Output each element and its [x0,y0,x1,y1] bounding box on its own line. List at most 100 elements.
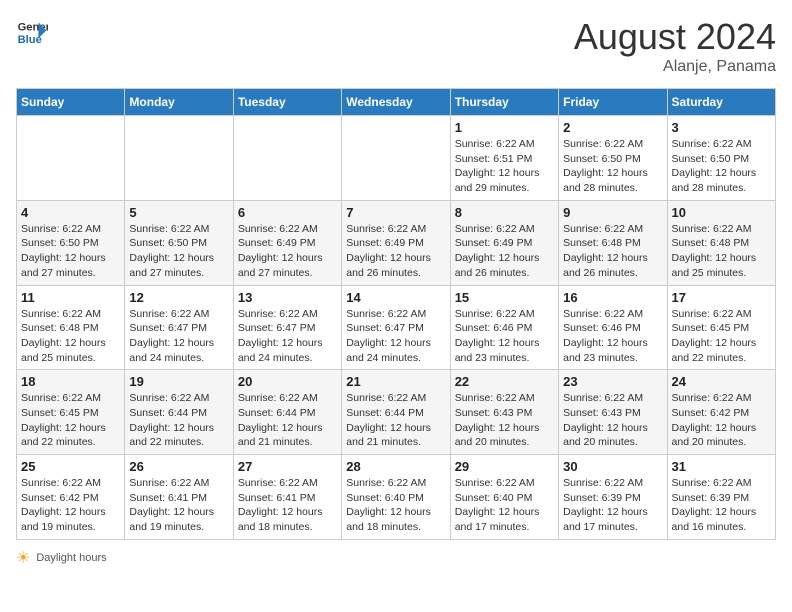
day-number: 17 [672,290,771,305]
calendar-cell: 31 Sunrise: 6:22 AMSunset: 6:39 PMDayligh… [667,455,775,540]
day-number: 20 [238,374,337,389]
sun-icon: ☀ [16,548,30,568]
day-info: Sunrise: 6:22 AMSunset: 6:47 PMDaylight:… [346,307,445,366]
footer: ☀ Daylight hours [16,548,776,568]
calendar-cell: 10 Sunrise: 6:22 AMSunset: 6:48 PMDayligh… [667,200,775,285]
day-number: 26 [129,459,228,474]
day-number: 23 [563,374,662,389]
day-number: 31 [672,459,771,474]
calendar-cell: 21 Sunrise: 6:22 AMSunset: 6:44 PMDayligh… [342,370,450,455]
day-number: 1 [455,120,554,135]
day-number: 28 [346,459,445,474]
day-number: 19 [129,374,228,389]
day-number: 8 [455,205,554,220]
day-number: 25 [21,459,120,474]
calendar-cell [125,116,233,201]
week-row-1: 4 Sunrise: 6:22 AMSunset: 6:50 PMDaylight… [17,200,776,285]
day-info: Sunrise: 6:22 AMSunset: 6:50 PMDaylight:… [129,222,228,281]
calendar-cell [233,116,341,201]
day-info: Sunrise: 6:22 AMSunset: 6:49 PMDaylight:… [238,222,337,281]
month-title: August 2024 [574,16,776,58]
day-number: 16 [563,290,662,305]
day-number: 21 [346,374,445,389]
day-number: 29 [455,459,554,474]
day-number: 18 [21,374,120,389]
day-info: Sunrise: 6:22 AMSunset: 6:45 PMDaylight:… [21,391,120,450]
day-info: Sunrise: 6:22 AMSunset: 6:49 PMDaylight:… [346,222,445,281]
logo-icon: General Blue [16,16,48,48]
calendar-table: SundayMondayTuesdayWednesdayThursdayFrid… [16,88,776,540]
calendar-cell: 11 Sunrise: 6:22 AMSunset: 6:48 PMDayligh… [17,285,125,370]
calendar-cell: 15 Sunrise: 6:22 AMSunset: 6:46 PMDayligh… [450,285,558,370]
weekday-tuesday: Tuesday [233,89,341,116]
day-number: 10 [672,205,771,220]
calendar-cell: 1 Sunrise: 6:22 AMSunset: 6:51 PMDaylight… [450,116,558,201]
day-number: 14 [346,290,445,305]
day-number: 13 [238,290,337,305]
day-info: Sunrise: 6:22 AMSunset: 6:42 PMDaylight:… [21,476,120,535]
calendar-cell: 13Sunrise: 6:22 AMSunset: 6:47 PMDayligh… [233,285,341,370]
calendar-cell: 18 Sunrise: 6:22 AMSunset: 6:45 PMDayligh… [17,370,125,455]
calendar-cell: 4 Sunrise: 6:22 AMSunset: 6:50 PMDaylight… [17,200,125,285]
day-info: Sunrise: 6:22 AMSunset: 6:44 PMDaylight:… [346,391,445,450]
logo: General Blue [16,16,48,48]
day-info: Sunrise: 6:22 AMSunset: 6:46 PMDaylight:… [563,307,662,366]
day-info: Sunrise: 6:22 AMSunset: 6:40 PMDaylight:… [346,476,445,535]
day-number: 6 [238,205,337,220]
day-info: Sunrise: 6:22 AMSunset: 6:41 PMDaylight:… [129,476,228,535]
day-info: Sunrise: 6:22 AMSunset: 6:40 PMDaylight:… [455,476,554,535]
day-info: Sunrise: 6:22 AMSunset: 6:51 PMDaylight:… [455,137,554,196]
day-info: Sunrise: 6:22 AMSunset: 6:39 PMDaylight:… [672,476,771,535]
footer-label: Daylight hours [36,552,106,564]
calendar-cell [342,116,450,201]
week-row-2: 11 Sunrise: 6:22 AMSunset: 6:48 PMDayligh… [17,285,776,370]
day-info: Sunrise: 6:22 AMSunset: 6:43 PMDaylight:… [563,391,662,450]
day-number: 3 [672,120,771,135]
day-info: Sunrise: 6:22 AMSunset: 6:45 PMDaylight:… [672,307,771,366]
day-info: Sunrise: 6:22 AMSunset: 6:48 PMDaylight:… [672,222,771,281]
day-number: 4 [21,205,120,220]
day-info: Sunrise: 6:22 AMSunset: 6:49 PMDaylight:… [455,222,554,281]
day-number: 12 [129,290,228,305]
weekday-monday: Monday [125,89,233,116]
day-info: Sunrise: 6:22 AMSunset: 6:50 PMDaylight:… [21,222,120,281]
weekday-saturday: Saturday [667,89,775,116]
calendar-cell: 30 Sunrise: 6:22 AMSunset: 6:39 PMDayligh… [559,455,667,540]
calendar-cell [17,116,125,201]
location-title: Alanje, Panama [574,58,776,76]
day-info: Sunrise: 6:22 AMSunset: 6:48 PMDaylight:… [563,222,662,281]
calendar-cell: 7Sunrise: 6:22 AMSunset: 6:49 PMDaylight… [342,200,450,285]
day-number: 30 [563,459,662,474]
calendar-cell: 26 Sunrise: 6:22 AMSunset: 6:41 PMDayligh… [125,455,233,540]
day-number: 27 [238,459,337,474]
day-info: Sunrise: 6:22 AMSunset: 6:48 PMDaylight:… [21,307,120,366]
day-number: 5 [129,205,228,220]
weekday-friday: Friday [559,89,667,116]
calendar-cell: 5 Sunrise: 6:22 AMSunset: 6:50 PMDaylight… [125,200,233,285]
day-info: Sunrise: 6:22 AMSunset: 6:43 PMDaylight:… [455,391,554,450]
calendar-cell: 29 Sunrise: 6:22 AMSunset: 6:40 PMDayligh… [450,455,558,540]
day-info: Sunrise: 6:22 AMSunset: 6:42 PMDaylight:… [672,391,771,450]
day-number: 22 [455,374,554,389]
calendar-cell: 25 Sunrise: 6:22 AMSunset: 6:42 PMDayligh… [17,455,125,540]
day-number: 15 [455,290,554,305]
header: General Blue August 2024 Alanje, Panama [16,16,776,76]
calendar-cell: 9 Sunrise: 6:22 AMSunset: 6:48 PMDaylight… [559,200,667,285]
calendar-cell: 14 Sunrise: 6:22 AMSunset: 6:47 PMDayligh… [342,285,450,370]
day-info: Sunrise: 6:22 AMSunset: 6:39 PMDaylight:… [563,476,662,535]
calendar-cell: 3Sunrise: 6:22 AMSunset: 6:50 PMDaylight… [667,116,775,201]
week-row-4: 25 Sunrise: 6:22 AMSunset: 6:42 PMDayligh… [17,455,776,540]
calendar-cell: 16 Sunrise: 6:22 AMSunset: 6:46 PMDayligh… [559,285,667,370]
title-area: August 2024 Alanje, Panama [574,16,776,76]
calendar-cell: 20Sunrise: 6:22 AMSunset: 6:44 PMDayligh… [233,370,341,455]
svg-text:Blue: Blue [18,34,42,46]
calendar-cell: 28 Sunrise: 6:22 AMSunset: 6:40 PMDayligh… [342,455,450,540]
week-row-3: 18 Sunrise: 6:22 AMSunset: 6:45 PMDayligh… [17,370,776,455]
day-info: Sunrise: 6:22 AMSunset: 6:46 PMDaylight:… [455,307,554,366]
day-number: 9 [563,205,662,220]
day-info: Sunrise: 6:22 AMSunset: 6:41 PMDaylight:… [238,476,337,535]
weekday-sunday: Sunday [17,89,125,116]
day-number: 11 [21,290,120,305]
calendar-cell: 2Sunrise: 6:22 AMSunset: 6:50 PMDaylight… [559,116,667,201]
calendar-cell: 17 Sunrise: 6:22 AMSunset: 6:45 PMDayligh… [667,285,775,370]
